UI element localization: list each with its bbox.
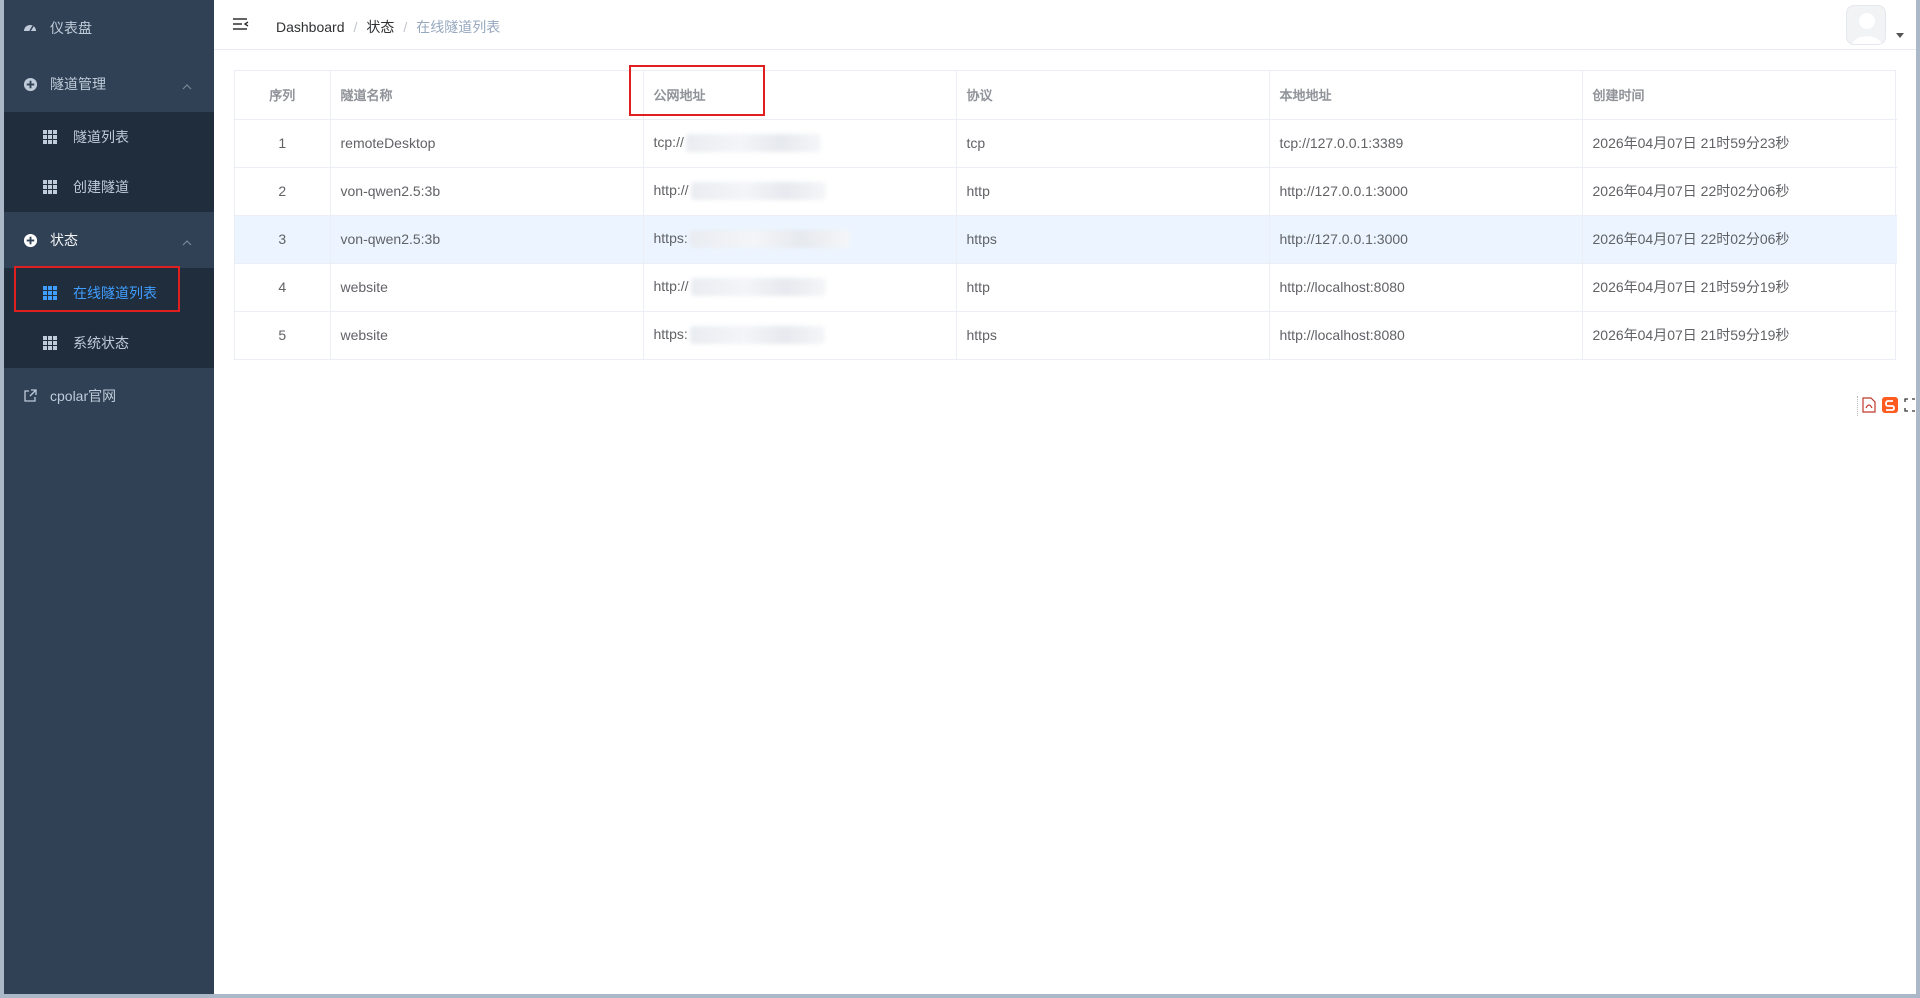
redacted-url bbox=[689, 326, 825, 345]
breadcrumb: Dashboard / 状态 / 在线隧道列表 bbox=[276, 17, 500, 37]
sidebar-item-label: 仪表盘 bbox=[50, 20, 92, 36]
cell-name: website bbox=[330, 311, 644, 359]
table-icon bbox=[43, 286, 57, 300]
cell-public-url[interactable]: https: bbox=[643, 311, 957, 359]
cell-name: remoteDesktop bbox=[330, 119, 644, 168]
redacted-url bbox=[690, 278, 826, 297]
cell-protocol: tcp bbox=[956, 119, 1270, 168]
cell-public-url[interactable]: tcp:// bbox=[643, 119, 957, 168]
cell-index: 4 bbox=[235, 263, 331, 312]
sidebar-item-label: 在线隧道列表 bbox=[73, 285, 157, 301]
public-url-prefix: http:// bbox=[653, 181, 689, 198]
cell-local-address: http://127.0.0.1:3000 bbox=[1269, 167, 1583, 216]
cell-created-time: 2026年04月07日 22时02分06秒 bbox=[1582, 215, 1897, 264]
redacted-url bbox=[690, 182, 826, 201]
plus-circle-icon bbox=[22, 232, 38, 248]
cell-index: 2 bbox=[235, 167, 331, 216]
cell-local-address: http://127.0.0.1:3000 bbox=[1269, 215, 1583, 264]
cell-local-address: http://localhost:8080 bbox=[1269, 311, 1583, 359]
cell-created-time: 2026年04月07日 21时59分19秒 bbox=[1592, 327, 1790, 344]
table-row[interactable]: 5 website https: https http://localhost:… bbox=[235, 311, 1897, 359]
table-row[interactable]: 1 remoteDesktop tcp:// tcp tcp://127.0.0… bbox=[235, 119, 1897, 168]
public-url-prefix: https: bbox=[653, 326, 688, 343]
cell-index: 1 bbox=[235, 119, 331, 168]
cell-name: von-qwen2.5:3b bbox=[330, 167, 644, 216]
breadcrumb-separator: / bbox=[353, 19, 358, 35]
sidebar-item-official-site[interactable]: cpolar官网 bbox=[4, 368, 214, 424]
header-protocol: 协议 bbox=[956, 71, 1270, 120]
sidebar: 仪表盘 隧道管理 隧道列表 创建隧道 状态 在线隧道列表 系统状态 cpolar… bbox=[4, 0, 214, 994]
header-local-address: 本地地址 bbox=[1269, 71, 1583, 120]
floating-toolbar bbox=[1857, 396, 1916, 416]
cell-local-address: tcp://127.0.0.1:3389 bbox=[1269, 119, 1583, 168]
cell-protocol: http bbox=[956, 167, 1270, 216]
avatar[interactable] bbox=[1846, 5, 1886, 45]
sidebar-item-label: cpolar官网 bbox=[50, 388, 117, 404]
chevron-up-icon bbox=[182, 79, 192, 90]
plus-circle-icon bbox=[22, 76, 38, 92]
cell-created-time: 2026年04月07日 21时59分19秒 bbox=[1582, 263, 1897, 312]
pdf-icon[interactable] bbox=[1862, 396, 1876, 416]
cell-public-url[interactable]: https: bbox=[643, 215, 957, 264]
breadcrumb-dashboard[interactable]: Dashboard bbox=[276, 19, 345, 35]
external-link-icon bbox=[22, 388, 38, 404]
sidebar-item-tunnel-management[interactable]: 隧道管理 bbox=[4, 56, 214, 112]
submenu-status: 在线隧道列表 系统状态 bbox=[4, 268, 214, 368]
online-tunnels-table: 序列 隧道名称 公网地址 协议 本地地址 创建时间 1 remoteDeskto… bbox=[234, 70, 1897, 360]
cell-index: 5 bbox=[235, 311, 331, 359]
sidebar-item-dashboard[interactable]: 仪表盘 bbox=[4, 0, 214, 56]
cell-public-url[interactable]: http:// bbox=[643, 167, 957, 216]
caret-down-icon[interactable] bbox=[1896, 33, 1904, 38]
header-name: 隧道名称 bbox=[330, 71, 644, 120]
cell-name: von-qwen2.5:3b bbox=[330, 215, 644, 264]
sidebar-item-create-tunnel[interactable]: 创建隧道 bbox=[4, 162, 214, 212]
navbar: Dashboard / 状态 / 在线隧道列表 bbox=[214, 0, 1916, 50]
sidebar-item-label: 状态 bbox=[50, 232, 78, 248]
cell-public-url[interactable]: http:// bbox=[643, 263, 957, 312]
cell-local-address: http://localhost:8080 bbox=[1269, 263, 1583, 312]
table-icon bbox=[43, 336, 57, 350]
header-public-url: 公网地址 bbox=[643, 71, 957, 120]
cell-protocol: http bbox=[956, 263, 1270, 312]
redacted-url bbox=[689, 230, 850, 249]
cell-protocol: https bbox=[956, 311, 1270, 359]
header-created-time: 创建时间 bbox=[1582, 71, 1897, 120]
dashboard-icon bbox=[22, 20, 38, 36]
sidebar-item-tunnel-list[interactable]: 隧道列表 bbox=[4, 112, 214, 162]
cell-name: website bbox=[330, 263, 644, 312]
header-index: 序列 bbox=[235, 71, 331, 120]
sidebar-item-status[interactable]: 状态 bbox=[4, 212, 214, 268]
public-url-prefix: http:// bbox=[653, 277, 689, 294]
s-logo-icon[interactable] bbox=[1882, 396, 1898, 416]
fullscreen-icon[interactable] bbox=[1904, 397, 1916, 415]
table-row[interactable]: 2 von-qwen2.5:3b http:// http http://127… bbox=[235, 167, 1897, 216]
app-frame: 仪表盘 隧道管理 隧道列表 创建隧道 状态 在线隧道列表 系统状态 cpolar… bbox=[4, 0, 1916, 994]
table-header-row: 序列 隧道名称 公网地址 协议 本地地址 创建时间 bbox=[235, 71, 1897, 120]
breadcrumb-current: 在线隧道列表 bbox=[416, 19, 501, 35]
public-url-prefix: https: bbox=[653, 229, 688, 246]
breadcrumb-separator: / bbox=[403, 19, 408, 35]
table-row[interactable]: 4 website http:// http http://localhost:… bbox=[235, 263, 1897, 312]
breadcrumb-status[interactable]: 状态 bbox=[366, 17, 394, 37]
cell-index: 3 bbox=[235, 215, 331, 264]
table-icon bbox=[43, 180, 57, 194]
hamburger-icon[interactable] bbox=[232, 16, 250, 34]
sidebar-item-online-tunnels[interactable]: 在线隧道列表 bbox=[4, 268, 214, 318]
sidebar-item-label: 创建隧道 bbox=[73, 179, 129, 195]
cell-created-time: 2026年04月07日 22时02分06秒 bbox=[1582, 167, 1897, 216]
redacted-url bbox=[685, 134, 821, 153]
cell-created-time: 2026年04月07日 21时59分23秒 bbox=[1582, 119, 1897, 168]
public-url-prefix: tcp:// bbox=[653, 133, 684, 150]
cell-protocol: https bbox=[956, 215, 1270, 264]
table-icon bbox=[43, 130, 57, 144]
sidebar-item-label: 隧道管理 bbox=[50, 76, 106, 92]
table-row[interactable]: 3 von-qwen2.5:3b https: https http://127… bbox=[235, 215, 1897, 264]
sidebar-item-system-status[interactable]: 系统状态 bbox=[4, 318, 214, 368]
sidebar-item-label: 隧道列表 bbox=[73, 129, 129, 145]
submenu-tunnel-management: 隧道列表 创建隧道 bbox=[4, 112, 214, 212]
sidebar-item-label: 系统状态 bbox=[73, 335, 129, 351]
chevron-up-icon bbox=[182, 235, 192, 246]
